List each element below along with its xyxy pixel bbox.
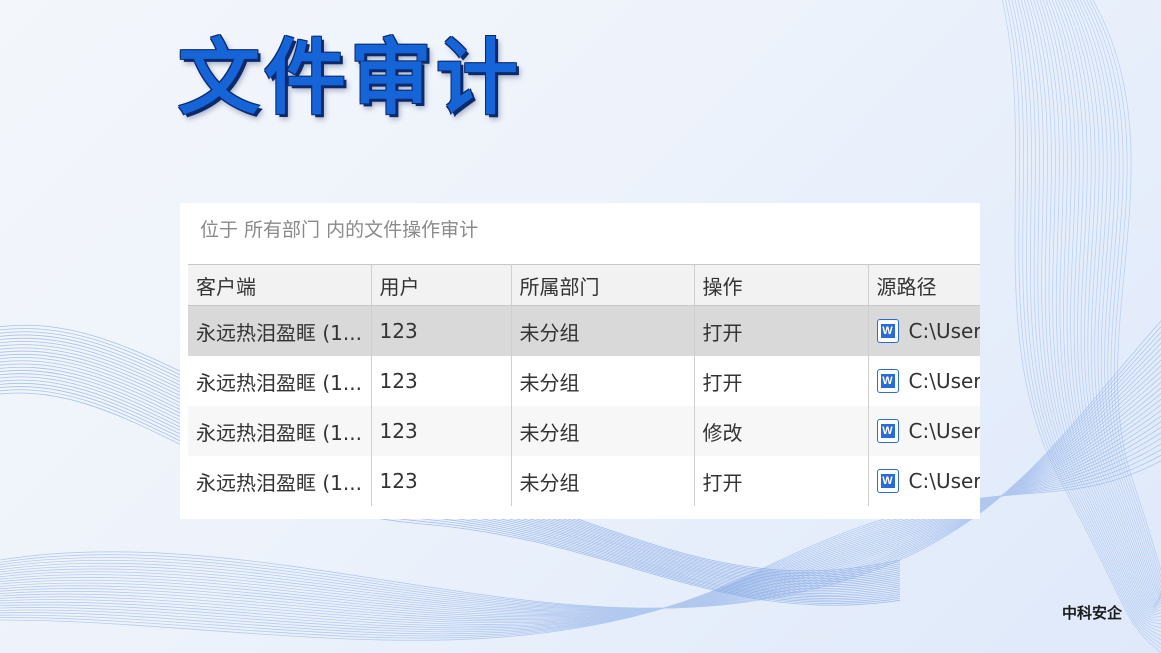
cell-client: 永远热泪盈眶 (1... <box>188 406 372 456</box>
word-document-icon: W <box>876 369 899 393</box>
cell-source-path: W C:\User <box>868 406 980 456</box>
wave-line <box>1004 0 1161 649</box>
column-header-source-path[interactable]: 源路径 <box>868 264 980 306</box>
cell-user: 123 <box>371 356 512 406</box>
cell-source-path: W C:\User <box>868 305 981 356</box>
source-path-text: C:\User <box>908 419 981 443</box>
source-path-text: C:\User <box>908 319 981 343</box>
cell-client: 永远热泪盈眶 (1... <box>188 456 372 506</box>
table-header-row: 客户端 用户 所属部门 操作 源路径 <box>188 264 980 306</box>
table-row[interactable]: 永远热泪盈眶 (1... 123 未分组 打开 W C:\User <box>188 356 980 406</box>
cell-operation: 打开 <box>694 456 869 506</box>
cell-source-path: W C:\User <box>868 356 980 406</box>
word-document-icon: W <box>876 319 899 343</box>
cell-department: 未分组 <box>511 305 695 356</box>
cell-department: 未分组 <box>511 356 695 406</box>
wave-line <box>1048 0 1161 608</box>
word-document-icon: W <box>876 419 899 443</box>
file-audit-panel: 位于 所有部门 内的文件操作审计 客户端 用户 所属部门 操作 源路径 永远热泪… <box>180 203 980 519</box>
cell-user: 123 <box>371 305 512 356</box>
audit-table: 客户端 用户 所属部门 操作 源路径 永远热泪盈眶 (1... 123 未分组 … <box>188 264 980 506</box>
cell-operation: 打开 <box>694 305 869 356</box>
column-header-client[interactable]: 客户端 <box>188 264 372 306</box>
column-header-operation[interactable]: 操作 <box>694 264 869 306</box>
cell-client: 永远热泪盈眶 (1... <box>188 305 372 356</box>
panel-caption: 位于 所有部门 内的文件操作审计 <box>200 219 479 241</box>
brand-label: 中科安企 <box>1062 604 1123 622</box>
cell-operation: 修改 <box>694 406 869 456</box>
source-path-text: C:\User <box>908 469 981 493</box>
column-header-user[interactable]: 用户 <box>371 264 512 306</box>
table-row[interactable]: 永远热泪盈眶 (1... 123 未分组 打开 W C:\User <box>188 456 980 506</box>
cell-user: 123 <box>371 456 512 506</box>
page-title: 文件审计 <box>178 30 523 126</box>
word-document-icon: W <box>876 469 899 493</box>
cell-user: 123 <box>371 406 512 456</box>
cell-operation: 打开 <box>694 356 869 406</box>
cell-department: 未分组 <box>511 406 695 456</box>
column-header-department[interactable]: 所属部门 <box>511 264 695 306</box>
cell-source-path: W C:\User <box>868 456 980 506</box>
source-path-text: C:\User <box>908 369 981 393</box>
cell-department: 未分组 <box>511 456 695 506</box>
table-row[interactable]: 永远热泪盈眶 (1... 123 未分组 修改 W C:\User <box>188 406 980 456</box>
table-row[interactable]: 永远热泪盈眶 (1... 123 未分组 打开 W C:\User <box>188 305 981 356</box>
cell-client: 永远热泪盈眶 (1... <box>188 356 372 406</box>
